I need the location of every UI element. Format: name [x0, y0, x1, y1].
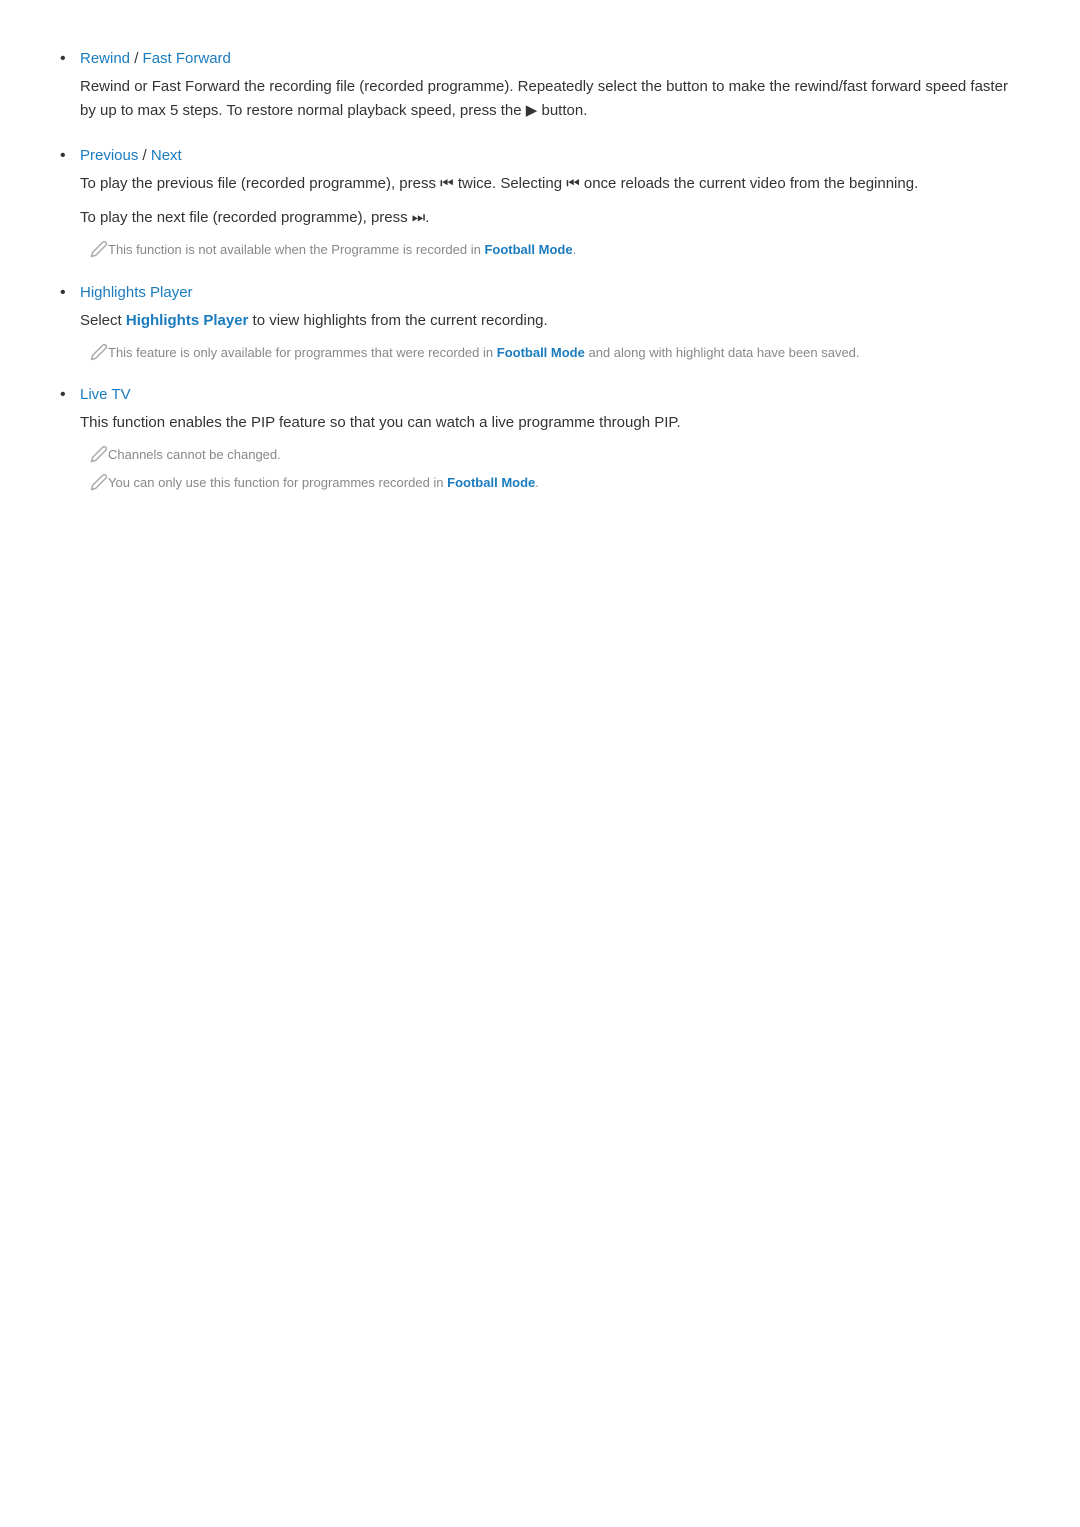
previous-note-text: This function is not available when the …	[108, 240, 576, 260]
livetv-note-text-2: You can only use this function for progr…	[108, 473, 539, 493]
livetv-note-2: You can only use this function for progr…	[80, 473, 1020, 493]
next-link[interactable]: Next	[151, 147, 182, 164]
football-mode-link-1[interactable]: Football Mode	[484, 242, 572, 257]
content-area: Rewind / Fast Forward Rewind or Fast For…	[60, 30, 1020, 492]
highlights-note-text-after: and along with highlight data have been …	[585, 345, 860, 360]
item-body-livetv: This function enables the PIP feature so…	[80, 411, 1020, 492]
pencil-icon-4	[90, 473, 108, 491]
item-body-previous: To play the previous file (recorded prog…	[80, 172, 1020, 260]
highlights-description: Select Highlights Player to view highlig…	[80, 309, 1020, 333]
highlights-note-text-before: This feature is only available for progr…	[108, 345, 497, 360]
main-list: Rewind / Fast Forward Rewind or Fast For…	[60, 50, 1020, 492]
live-tv-link[interactable]: Live TV	[80, 386, 131, 403]
livetv-note-1: Channels cannot be changed.	[80, 445, 1020, 465]
item-body-highlights: Select Highlights Player to view highlig…	[80, 309, 1020, 363]
previous-description-1: To play the previous file (recorded prog…	[80, 172, 1020, 196]
pencil-icon-2	[90, 343, 108, 361]
item-title-livetv: Live TV	[80, 386, 1020, 403]
select-suffix: to view highlights from the current reco…	[248, 312, 547, 329]
list-item-previous: Previous / Next To play the previous fil…	[60, 147, 1020, 260]
rewind-link[interactable]: Rewind	[80, 50, 130, 67]
previous-note-text-after: .	[573, 242, 577, 257]
highlights-player-inline-link[interactable]: Highlights Player	[126, 312, 249, 329]
pencil-icon-3	[90, 445, 108, 463]
previous-link[interactable]: Previous	[80, 147, 138, 164]
football-mode-link-3[interactable]: Football Mode	[447, 475, 535, 490]
item-title-previous: Previous / Next	[80, 147, 1020, 164]
previous-note: This function is not available when the …	[80, 240, 1020, 260]
list-item-livetv: Live TV This function enables the PIP fe…	[60, 386, 1020, 492]
item-title-rewind: Rewind / Fast Forward	[80, 50, 1020, 67]
item-body-rewind: Rewind or Fast Forward the recording fil…	[80, 75, 1020, 123]
highlights-player-link[interactable]: Highlights Player	[80, 284, 193, 301]
livetv-note-text-2-after: .	[535, 475, 539, 490]
previous-note-text-before: This function is not available when the …	[108, 242, 484, 257]
list-item-rewind: Rewind / Fast Forward Rewind or Fast For…	[60, 50, 1020, 123]
fastforward-link[interactable]: Fast Forward	[143, 50, 231, 67]
list-item-highlights: Highlights Player Select Highlights Play…	[60, 284, 1020, 363]
previous-separator: /	[143, 147, 151, 164]
livetv-description: This function enables the PIP feature so…	[80, 411, 1020, 435]
rewind-description: Rewind or Fast Forward the recording fil…	[80, 75, 1020, 123]
item-title-highlights: Highlights Player	[80, 284, 1020, 301]
rewind-separator: /	[134, 50, 142, 67]
highlights-note-text: This feature is only available for progr…	[108, 343, 860, 363]
highlights-note: This feature is only available for progr…	[80, 343, 1020, 363]
livetv-note-text-1: Channels cannot be changed.	[108, 445, 281, 465]
livetv-note-text-2-before: You can only use this function for progr…	[108, 475, 447, 490]
previous-description-2: To play the next file (recorded programm…	[80, 206, 1020, 230]
select-prefix: Select	[80, 312, 126, 329]
football-mode-link-2[interactable]: Football Mode	[497, 345, 585, 360]
pencil-icon-1	[90, 240, 108, 258]
